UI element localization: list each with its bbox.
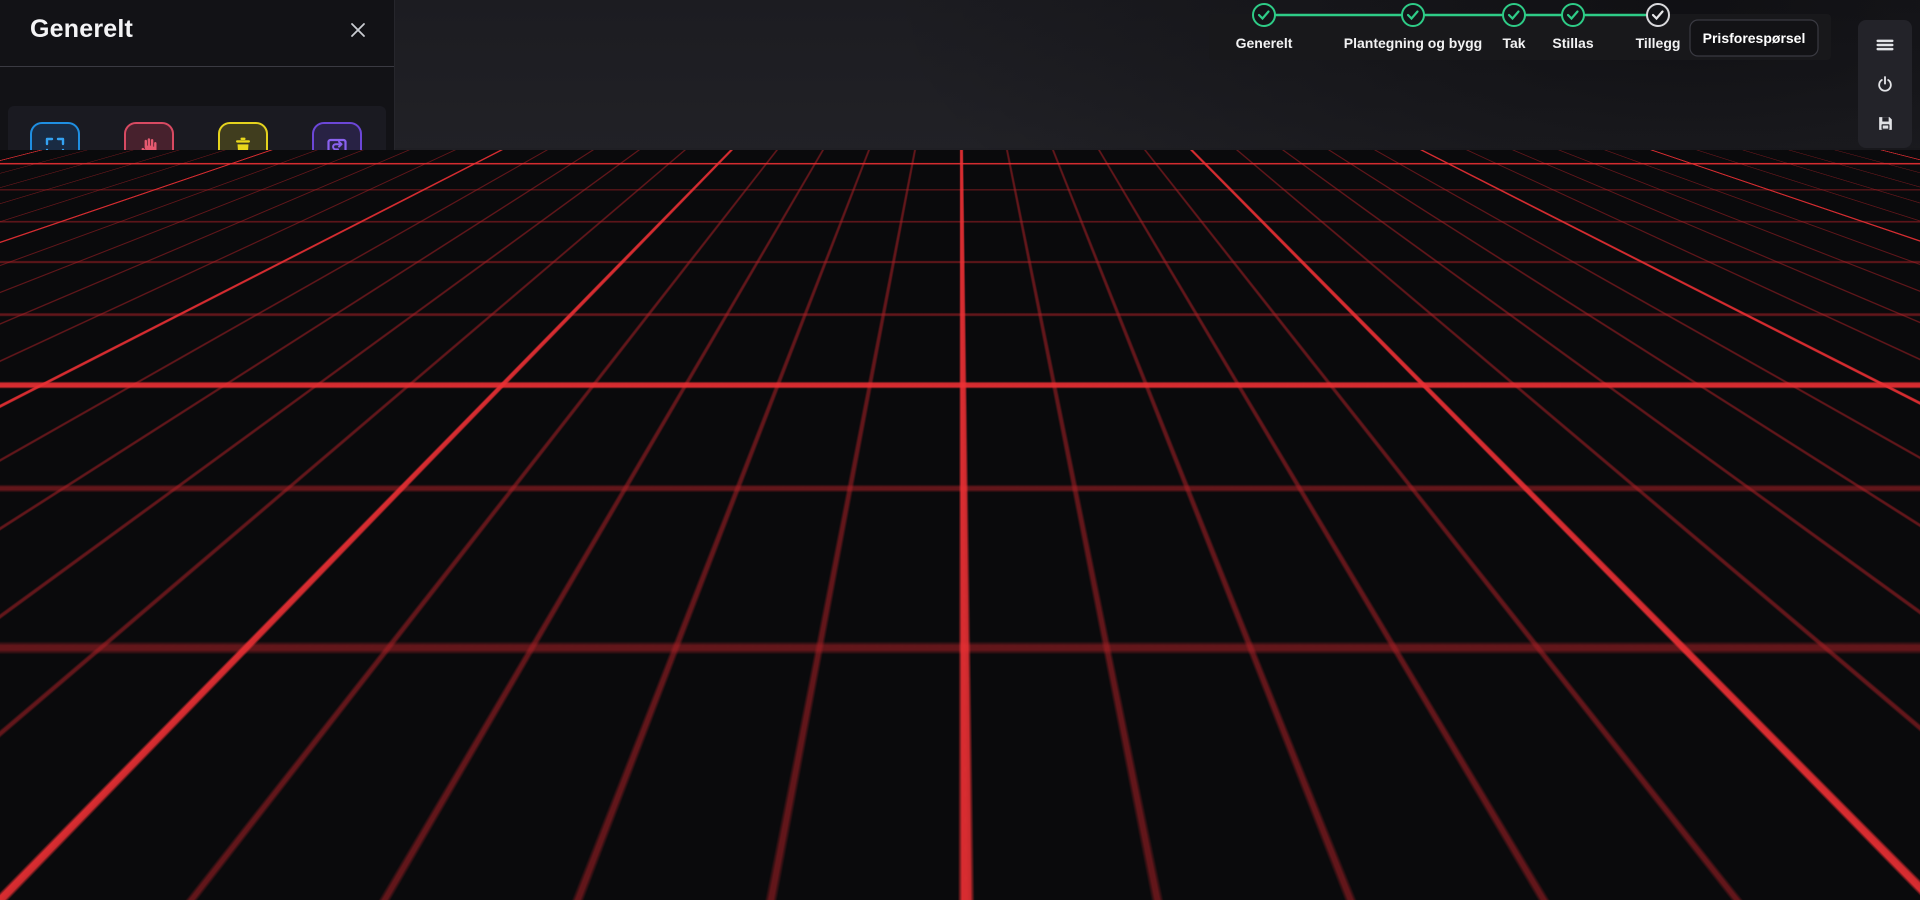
gizmo-neg-y-dot[interactable] [1855, 874, 1869, 888]
note-heading: Stillas dekket med netting [100, 653, 364, 669]
app-window: Generelt Plantegning og bygg Tak Stillas… [0, 0, 1920, 900]
covering-option-duk[interactable]: Duk [10, 296, 122, 408]
gizmo-axis-y[interactable]: Y [1850, 797, 1872, 819]
tool-label: Rotate [107, 180, 191, 195]
reset-scene-icon [325, 135, 349, 159]
price-request-label: Prisforespørsel [1703, 30, 1806, 46]
save-button[interactable] [1870, 109, 1900, 139]
price-request-button[interactable]: Prisforespørsel [1690, 20, 1818, 56]
top-right-toolbar [1858, 20, 1912, 148]
info-panel-text: Udekket stillas Anbefalt forankring hver… [100, 518, 364, 825]
mesh-net-icon [17, 298, 115, 382]
scan-corners-icon [43, 135, 67, 159]
covering-option-label: Krympeplast [273, 382, 355, 397]
fullscreen-icon [1878, 366, 1898, 386]
hand-icon [137, 135, 161, 159]
gizmo-axis-z[interactable]: Z [1879, 823, 1899, 843]
top-view-button[interactable] [30, 122, 80, 172]
roof-view-button[interactable] [1873, 477, 1903, 507]
shrink-wrap-icon [265, 298, 363, 382]
note-body: Må forankret hver 2m i høyden/vertikal. … [100, 771, 364, 811]
power-button[interactable] [1870, 69, 1900, 99]
layout-grid-button[interactable] [1873, 399, 1903, 429]
viewport-toolbar [1862, 352, 1914, 554]
trash-icon [231, 135, 255, 159]
covering-options: Duk Presenning [10, 296, 370, 408]
tool-label: Reset Scene [295, 180, 379, 195]
wizard-step-label: Generelt [1236, 35, 1293, 51]
axis-gizmo[interactable]: X Y Z [1800, 780, 1920, 900]
covering-option-krympeplast[interactable]: Krympeplast [258, 296, 370, 408]
rotate-button[interactable] [124, 122, 174, 172]
focus-model-button[interactable] [1873, 438, 1903, 468]
sidebar-header: Generelt [0, 0, 394, 67]
gizmo-neg-z-dot[interactable] [1881, 850, 1895, 864]
note-heading: Stillas dekket med presenning [100, 749, 364, 765]
save-icon [1876, 114, 1895, 133]
building-view-icon [1878, 520, 1898, 540]
building-view-button[interactable] [1873, 515, 1903, 545]
tool-rotate: Rotate [102, 106, 196, 230]
gizmo-neg-x-dot[interactable] [1827, 850, 1841, 864]
delete-object-button[interactable] [218, 122, 268, 172]
tool-label: Delete Object [201, 180, 285, 195]
wizard-step-label: Plantegning og bygg [1344, 35, 1482, 51]
wizard-step-label: Stillas [1552, 35, 1593, 51]
gizmo-axis-x[interactable]: X [1823, 823, 1843, 843]
note-body: Anbefalt forankring hver 4m i høyden/ver… [100, 675, 364, 735]
gizmo-z-label: Z [1885, 827, 1892, 841]
tool-label: Top View [13, 180, 97, 195]
note-heading: Udekket stillas [100, 518, 364, 534]
covering-section-title: Tildekking av stillas [10, 268, 126, 283]
close-button[interactable] [346, 18, 370, 42]
covering-option-label: Duk [53, 382, 79, 397]
sidebar-panel: Generelt Top View [0, 0, 395, 900]
covering-option-label: Presenning [153, 382, 227, 397]
layout-grid-icon [1879, 405, 1898, 424]
sticky-note-icon [36, 498, 90, 559]
info-panel: Udekket stillas Anbefalt forankring hver… [8, 472, 380, 874]
tarp-hooks-icon [141, 298, 239, 382]
tools-panel: Top View Rotate Delete O [8, 106, 386, 230]
close-icon [349, 21, 367, 39]
gizmo-y-label: Y [1857, 802, 1865, 816]
wizard-step-label: Tak [1502, 35, 1525, 51]
power-icon [1875, 74, 1895, 94]
covering-option-presenning[interactable]: Presenning [134, 296, 246, 408]
note-body: Anbefalt forankring hver 4m i høyden/ver… [100, 540, 364, 639]
menu-button[interactable] [1870, 30, 1900, 60]
tool-reset-scene: Reset Scene [290, 106, 384, 230]
tool-delete-object: Delete Object [196, 106, 290, 230]
focus-model-icon [1878, 443, 1898, 463]
reset-scene-button[interactable] [312, 122, 362, 172]
wizard-step-label: Tillegg [1636, 35, 1681, 51]
page-title: Generelt [30, 15, 133, 44]
menu-icon [1874, 34, 1896, 56]
gizmo-x-label: X [1829, 827, 1837, 841]
tool-top-view: Top View [8, 106, 102, 230]
fullscreen-button[interactable] [1873, 361, 1903, 391]
roof-view-icon [1878, 482, 1898, 502]
